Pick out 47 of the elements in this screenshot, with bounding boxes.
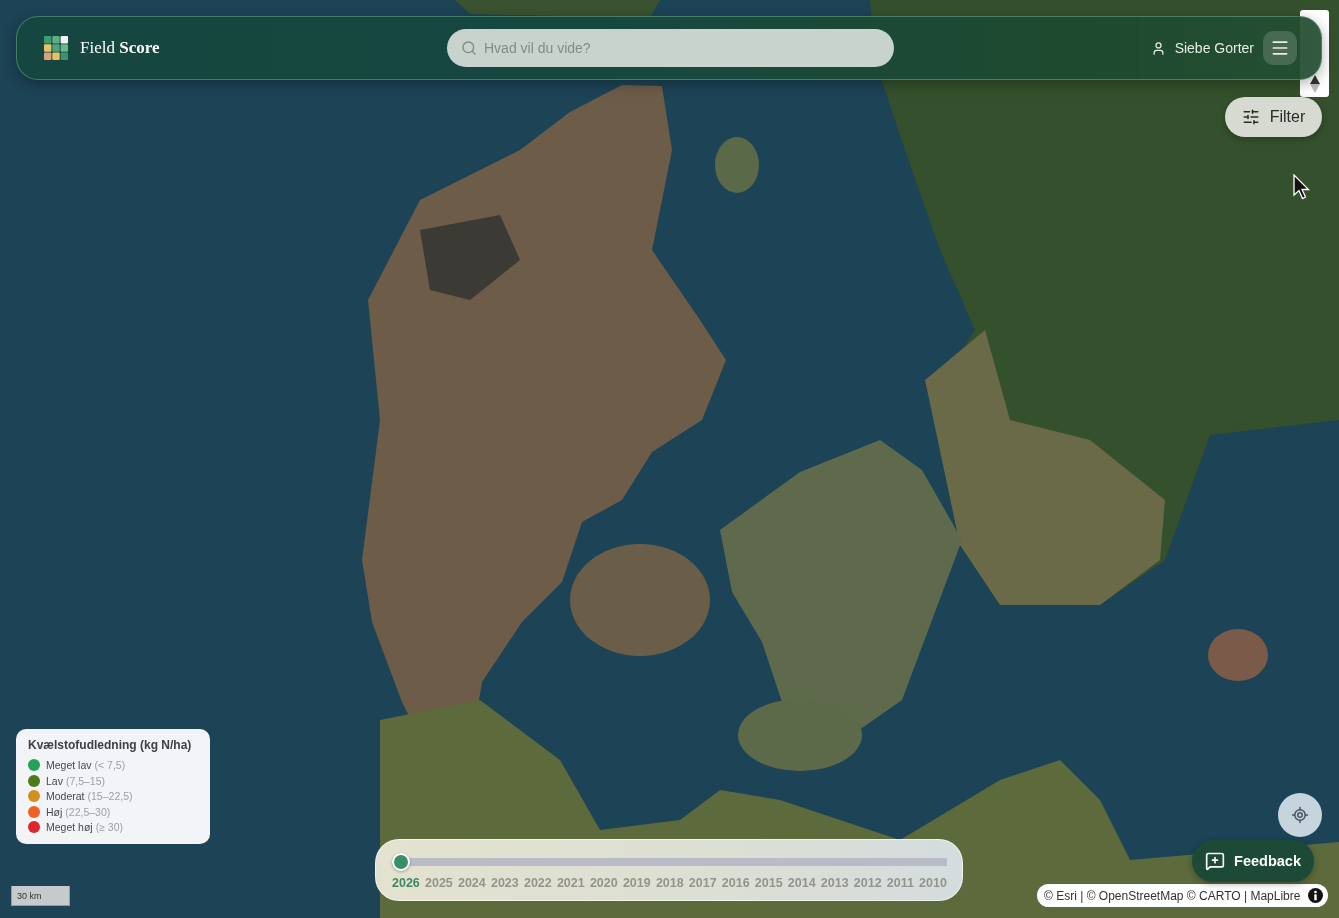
- attribution-text: © Esri | © OpenStreetMap © CARTO | MapLibre: [1044, 888, 1301, 903]
- year-option[interactable]: 2011: [886, 876, 914, 890]
- year-option[interactable]: 2016: [721, 876, 750, 890]
- filter-button[interactable]: Filter: [1225, 97, 1322, 137]
- message-plus-icon: [1205, 851, 1226, 871]
- year-option[interactable]: 2022: [523, 876, 552, 890]
- year-option[interactable]: 2018: [655, 876, 684, 890]
- year-option[interactable]: 2021: [556, 876, 585, 890]
- year-option[interactable]: 2013: [820, 876, 849, 890]
- year-option[interactable]: 2014: [787, 876, 816, 890]
- brand-name[interactable]: Field Score: [80, 38, 160, 58]
- year-option[interactable]: 2017: [688, 876, 717, 890]
- user-icon: [1150, 40, 1166, 56]
- search-icon: [461, 40, 477, 56]
- legend-label: Lav: [46, 774, 63, 787]
- legend-label: Høj: [46, 805, 63, 818]
- year-option[interactable]: 2015: [754, 876, 783, 890]
- legend-range: (22,5–30): [65, 805, 111, 818]
- search-field[interactable]: Hvad vil du vide?: [447, 29, 894, 67]
- year-option[interactable]: 2010: [919, 876, 947, 890]
- year-option[interactable]: 2026: [392, 876, 420, 890]
- legend-label: Meget høj: [46, 821, 93, 834]
- year-option[interactable]: 2019: [622, 876, 651, 890]
- year-option[interactable]: 2012: [853, 876, 882, 890]
- legend-title: Kvælstofudledning (kg N/ha): [28, 738, 193, 752]
- year-option[interactable]: 2023: [490, 876, 519, 890]
- cursor-icon: [1293, 174, 1311, 200]
- user-name[interactable]: Siebe Gorter: [1174, 40, 1254, 56]
- logo-icon: [44, 36, 68, 60]
- year-option[interactable]: 2025: [425, 876, 453, 890]
- sliders-icon: [1241, 108, 1260, 126]
- legend-range: (15–22,5): [87, 790, 133, 803]
- compass-icon[interactable]: [1308, 75, 1321, 93]
- year-option[interactable]: 2024: [457, 876, 486, 890]
- legend-range: (< 7,5): [94, 759, 126, 772]
- year-option[interactable]: 2020: [589, 876, 618, 890]
- scale-bar: 30 km: [11, 886, 70, 906]
- legend-label: Moderat: [46, 790, 85, 803]
- legend-range: (≥ 30): [95, 821, 124, 834]
- legend-label: Meget lav: [46, 759, 92, 772]
- legend-range: (7,5–15): [65, 774, 106, 787]
- timeline-thumb[interactable]: [392, 853, 410, 871]
- menu-button[interactable]: [1263, 31, 1297, 65]
- feedback-button[interactable]: Feedback: [1192, 840, 1314, 882]
- info-icon[interactable]: [1308, 888, 1324, 903]
- locate-icon: [1291, 806, 1309, 824]
- menu-icon: [1270, 38, 1290, 58]
